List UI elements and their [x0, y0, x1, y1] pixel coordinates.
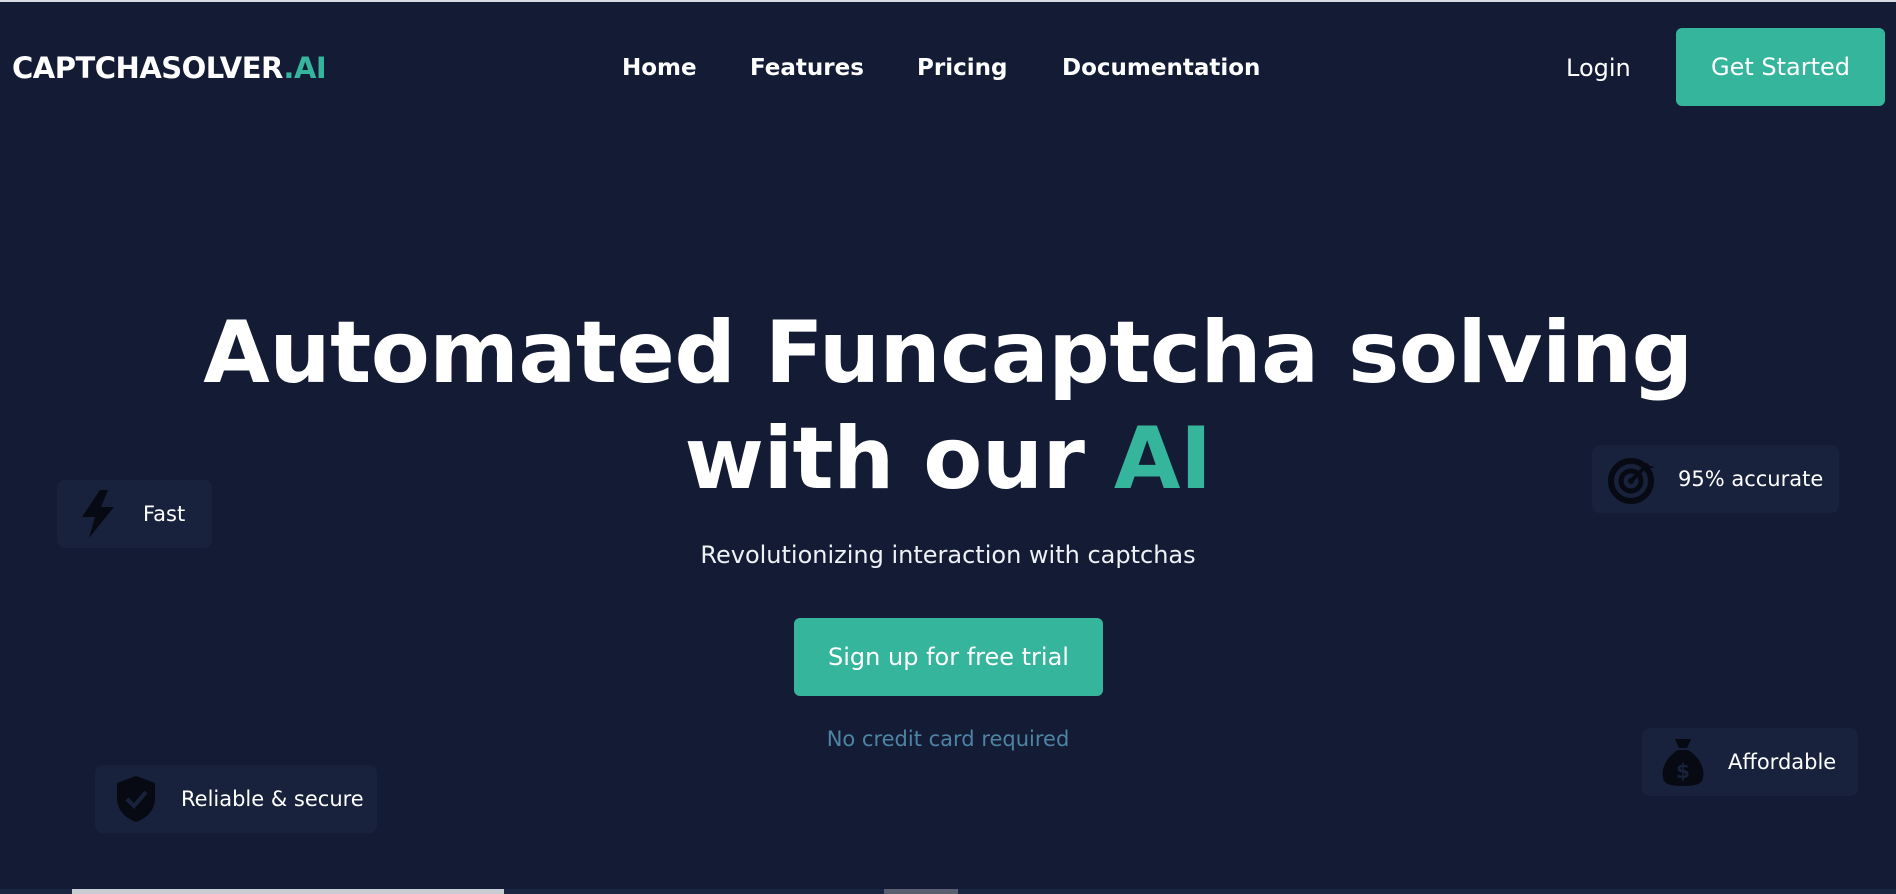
target-icon — [1608, 454, 1658, 504]
badge-secure: Reliable & secure — [95, 765, 377, 833]
hero-subtitle: Revolutionizing interaction with captcha… — [700, 541, 1196, 569]
login-link[interactable]: Login — [1566, 50, 1631, 86]
nav-pricing[interactable]: Pricing — [917, 50, 1007, 86]
logo-accent: .AI — [283, 51, 327, 85]
shield-check-icon — [111, 774, 161, 824]
badge-fast-label: Fast — [143, 502, 186, 526]
hero-title-line1: Automated Funcaptcha solving — [203, 303, 1693, 403]
bottom-strip-segment — [72, 889, 504, 894]
badge-affordable-label: Affordable — [1728, 750, 1837, 774]
badge-affordable: $ Affordable — [1642, 728, 1858, 796]
badge-fast: Fast — [57, 480, 212, 548]
bottom-strip-segment — [884, 889, 958, 894]
top-border — [0, 0, 1896, 2]
svg-text:$: $ — [1676, 759, 1690, 783]
hero-title-accent: AI — [1113, 409, 1212, 509]
badge-accurate: 95% accurate — [1592, 445, 1839, 513]
free-trial-button[interactable]: Sign up for free trial — [794, 618, 1103, 696]
money-bag-icon: $ — [1658, 737, 1708, 787]
logo-text: CAPTCHASOLVER — [12, 51, 284, 85]
badge-accurate-label: 95% accurate — [1678, 467, 1824, 491]
nav-documentation[interactable]: Documentation — [1062, 50, 1260, 86]
bottom-strip — [0, 889, 1896, 894]
get-started-button[interactable]: Get Started — [1676, 28, 1885, 106]
lightning-icon — [73, 489, 123, 539]
logo[interactable]: CAPTCHASOLVER.AI — [12, 48, 327, 88]
nav-home[interactable]: Home — [622, 50, 697, 86]
badge-secure-label: Reliable & secure — [181, 787, 364, 811]
no-credit-card-note: No credit card required — [826, 727, 1070, 751]
nav-features[interactable]: Features — [750, 50, 864, 86]
hero-title-line2: with our — [684, 409, 1114, 509]
